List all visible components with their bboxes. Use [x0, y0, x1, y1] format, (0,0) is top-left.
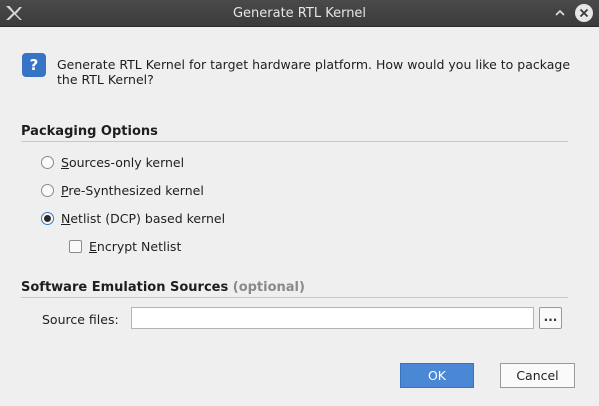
- netlist-dcp-radio[interactable]: Netlist (DCP) based kernel: [41, 210, 225, 226]
- source-files-label: Source files:: [42, 312, 119, 327]
- radio-button[interactable]: [41, 183, 54, 197]
- cancel-button[interactable]: Cancel: [500, 363, 575, 388]
- checkbox-label: Encrypt Netlist: [89, 238, 182, 254]
- encrypt-netlist-checkbox[interactable]: Encrypt Netlist: [69, 238, 181, 254]
- close-button[interactable]: [575, 4, 593, 22]
- dialog-content: ? Generate RTL Kernel for target hardwar…: [0, 27, 599, 406]
- option-label: Pre-Synthesized kernel: [61, 182, 204, 198]
- sources-only-radio[interactable]: Sources-only kernel: [41, 154, 184, 170]
- packaging-options-heading: Packaging Options: [21, 124, 158, 139]
- optional-label: (optional): [232, 280, 305, 295]
- ok-button[interactable]: OK: [400, 363, 474, 388]
- option-label: Sources-only kernel: [61, 154, 185, 170]
- window-title: Generate RTL Kernel: [232, 6, 367, 21]
- close-icon: [579, 8, 589, 18]
- divider: [21, 141, 568, 142]
- radio-dot: [44, 214, 51, 222]
- pre-synthesized-radio[interactable]: Pre-Synthesized kernel: [41, 182, 204, 198]
- source-files-input[interactable]: [131, 307, 534, 329]
- software-emulation-heading: Software Emulation Sources (optional): [21, 280, 305, 295]
- option-label: Netlist (DCP) based kernel: [61, 210, 226, 226]
- title-bar: Generate RTL Kernel: [0, 0, 599, 27]
- question-icon: ?: [22, 53, 46, 77]
- maximize-button[interactable]: [551, 4, 569, 22]
- chevron-up-icon: [555, 9, 565, 16]
- checkbox[interactable]: [69, 239, 82, 253]
- dialog-message: Generate RTL Kernel for target hardware …: [57, 57, 571, 87]
- browse-button[interactable]: ...: [539, 307, 562, 329]
- radio-button-selected[interactable]: [41, 211, 54, 225]
- radio-button[interactable]: [41, 155, 54, 169]
- divider: [21, 297, 568, 298]
